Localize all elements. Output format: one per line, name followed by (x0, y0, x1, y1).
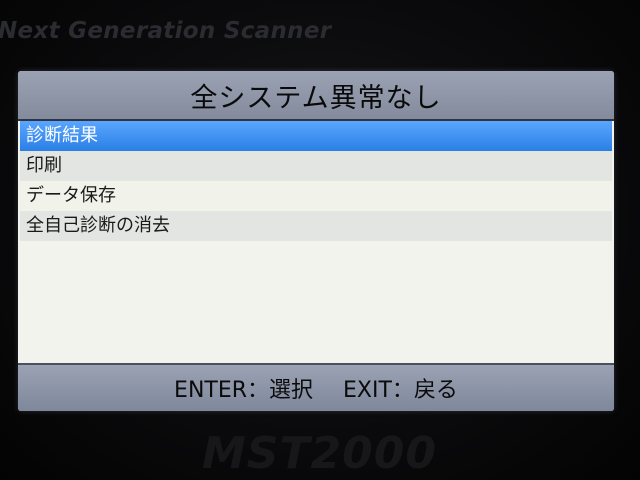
menu-item-print[interactable]: 印刷 (20, 151, 612, 181)
enter-select-hint: ENTER：選択 (174, 378, 314, 403)
menu-item-diagnosis-results[interactable]: 診断結果 (20, 121, 612, 151)
footer-hint-bar: ENTER：選択 EXIT：戻る (18, 363, 614, 411)
screen-title: 全システム異常なし (190, 82, 442, 114)
menu-item-save-data[interactable]: データ保存 (20, 181, 612, 211)
exit-back-hint: EXIT：戻る (343, 378, 458, 403)
scanner-device: Next Generation Scanner 全システム異常なし 診断結果 印… (0, 0, 640, 480)
model-label: MST2000 (202, 428, 437, 479)
lcd-screen: 全システム異常なし 診断結果 印刷 データ保存 全自己診断の消去 ENTER：選… (18, 71, 614, 411)
title-bar: 全システム異常なし (18, 71, 614, 121)
menu-item-clear-all-codes[interactable]: 全自己診断の消去 (20, 211, 612, 241)
brand-text: Next Generation Scanner (0, 18, 332, 44)
menu-list: 診断結果 印刷 データ保存 全自己診断の消去 (20, 121, 612, 241)
